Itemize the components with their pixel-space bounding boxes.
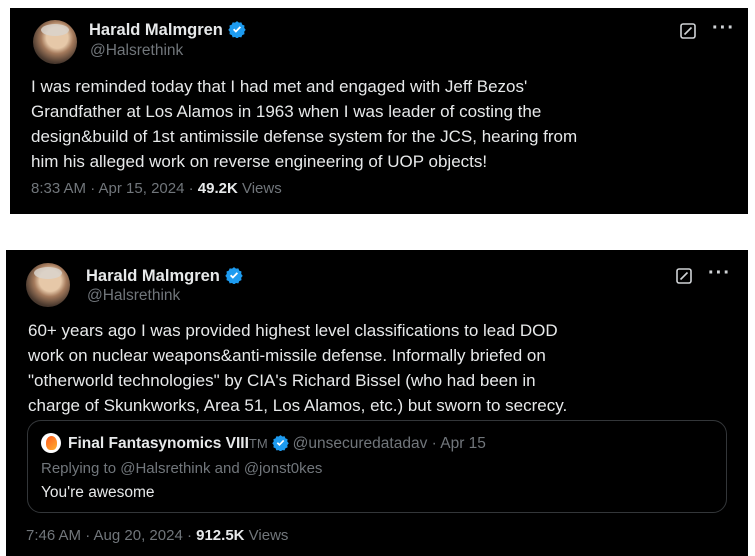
- views-label: Views: [237, 180, 282, 197]
- quote-text: You're awesome: [41, 484, 155, 501]
- quote-author[interactable]: Final Fantasynomics VIIITM @unsecuredatad…: [68, 434, 486, 453]
- tweet-card[interactable]: Harald Malmgren @Halsrethink ··· 60+ yea…: [6, 250, 748, 556]
- verified-badge-icon: [271, 435, 289, 451]
- author-name[interactable]: Harald Malmgren: [86, 266, 243, 286]
- quote-trademark: TM: [248, 436, 268, 451]
- author-handle[interactable]: @Halsrethink: [87, 287, 180, 305]
- views-count: 912.5K: [196, 527, 245, 544]
- verified-badge-icon: [225, 267, 243, 284]
- more-icon[interactable]: ···: [708, 263, 731, 283]
- views-label: Views: [244, 527, 289, 544]
- avatar[interactable]: [26, 263, 70, 307]
- quote-avatar[interactable]: [41, 433, 61, 453]
- quote-author-name[interactable]: Final Fantasynomics VIII: [68, 435, 249, 452]
- tweet-meta: 7:46 AM · Aug 20, 2024 · 912.5K Views: [26, 527, 288, 544]
- author-handle[interactable]: @Halsrethink: [90, 42, 183, 60]
- grok-icon[interactable]: [680, 23, 696, 39]
- quote-handle[interactable]: @unsecuredatadav · Apr 15: [293, 435, 486, 452]
- tweet-card[interactable]: Harald Malmgren @Halsrethink ··· I was r…: [10, 8, 748, 214]
- views-count: 49.2K: [197, 180, 238, 197]
- tweet-text: I was reminded today that I had met and …: [31, 77, 578, 171]
- author-name[interactable]: Harald Malmgren: [89, 20, 246, 40]
- verified-badge-icon: [228, 21, 246, 38]
- tweet-timestamp[interactable]: 7:46 AM · Aug 20, 2024 ·: [26, 527, 196, 544]
- tweet-text: 60+ years ago I was provided highest lev…: [28, 321, 568, 415]
- more-icon[interactable]: ···: [712, 18, 735, 38]
- tweet-timestamp[interactable]: 8:33 AM · Apr 15, 2024 ·: [31, 180, 198, 197]
- grok-icon[interactable]: [676, 268, 692, 284]
- quoted-tweet[interactable]: Final Fantasynomics VIIITM @unsecuredatad…: [27, 420, 727, 513]
- tweet-meta: 8:33 AM · Apr 15, 2024 · 49.2K Views: [31, 180, 282, 197]
- replying-to: Replying to @Halsrethink and @jonst0kes: [41, 460, 323, 477]
- avatar[interactable]: [33, 20, 77, 64]
